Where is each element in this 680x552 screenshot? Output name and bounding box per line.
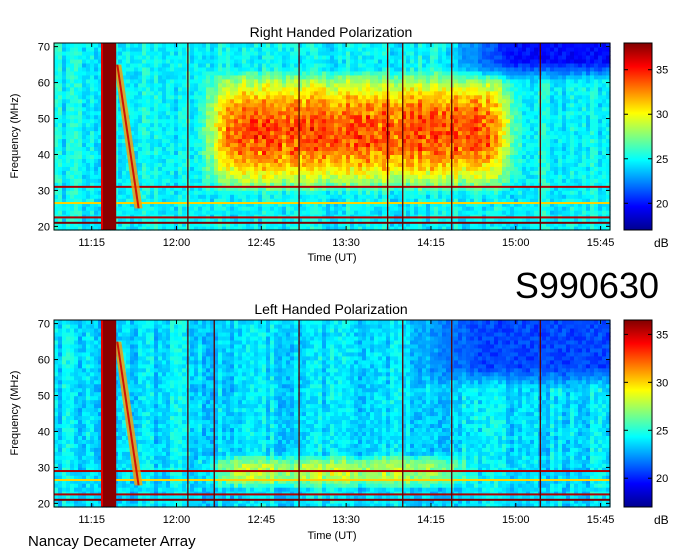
right-colorbar — [623, 42, 653, 231]
x-tick-label: 15:00 — [502, 237, 530, 249]
colorbar-tick-label: 20 — [656, 198, 668, 210]
colorbar-tick-label: 30 — [656, 377, 668, 389]
colorbar-tick-label: 35 — [656, 65, 668, 77]
left-polarization-title: Left Handed Polarization — [254, 301, 407, 317]
right-spectrogram-heatmap — [54, 43, 611, 231]
x-tick-label: 15:45 — [587, 237, 615, 249]
right-x-axis-label: Time (UT) — [307, 252, 356, 264]
spectrogram-figure: Right Handed Polarization 20 30 40 50 60 70 1… — [9, 24, 669, 550]
y-tick-label: 20 — [38, 221, 50, 233]
colorbar-tick-label: 30 — [656, 109, 668, 121]
instrument-name: Nancay Decameter Array — [28, 533, 196, 550]
y-tick-label: 30 — [38, 185, 50, 197]
x-tick-label: 12:00 — [163, 237, 191, 249]
y-tick-label: 60 — [38, 355, 50, 367]
left-polarization-panel: Left Handed Polarization 20 30 40 50 60 70 11… — [9, 301, 669, 542]
colorbar-tick-label: 25 — [656, 425, 668, 437]
x-tick-label: 14:15 — [417, 514, 445, 526]
colorbar-tick-label: 35 — [656, 329, 668, 341]
y-tick-label: 60 — [38, 78, 50, 90]
x-tick-label: 12:00 — [163, 514, 191, 526]
y-tick-label: 30 — [38, 462, 50, 474]
x-tick-label: 11:15 — [78, 514, 105, 526]
y-tick-label: 50 — [38, 391, 50, 403]
left-x-axis-label: Time (UT) — [307, 530, 356, 542]
x-tick-label: 14:15 — [417, 237, 445, 249]
y-tick-label: 20 — [38, 498, 50, 510]
left-colorbar-label: dB — [654, 513, 669, 527]
y-tick-label: 70 — [38, 42, 50, 54]
y-tick-label: 40 — [38, 426, 50, 438]
x-tick-label: 13:30 — [332, 514, 360, 526]
x-tick-label: 12:45 — [248, 514, 276, 526]
y-tick-label: 50 — [38, 114, 50, 126]
right-y-axis-label: Frequency (MHz) — [9, 94, 21, 179]
session-code: S990630 — [515, 265, 659, 306]
x-tick-label: 15:45 — [587, 514, 615, 526]
x-tick-label: 15:00 — [502, 514, 530, 526]
colorbar-tick-label: 20 — [656, 473, 668, 485]
x-tick-label: 13:30 — [332, 237, 360, 249]
left-y-axis-label: Frequency (MHz) — [9, 371, 21, 456]
colorbar-tick-label: 25 — [656, 154, 668, 166]
right-polarization-panel: Right Handed Polarization 20 30 40 50 60 70 1… — [9, 24, 669, 264]
right-colorbar-label: dB — [654, 236, 669, 250]
y-tick-label: 40 — [38, 149, 50, 161]
right-polarization-title: Right Handed Polarization — [250, 24, 413, 40]
left-spectrogram-heatmap — [54, 320, 611, 508]
left-colorbar — [623, 319, 653, 508]
x-tick-label: 11:15 — [78, 237, 105, 249]
y-tick-label: 70 — [38, 319, 50, 331]
x-tick-label: 12:45 — [248, 237, 276, 249]
